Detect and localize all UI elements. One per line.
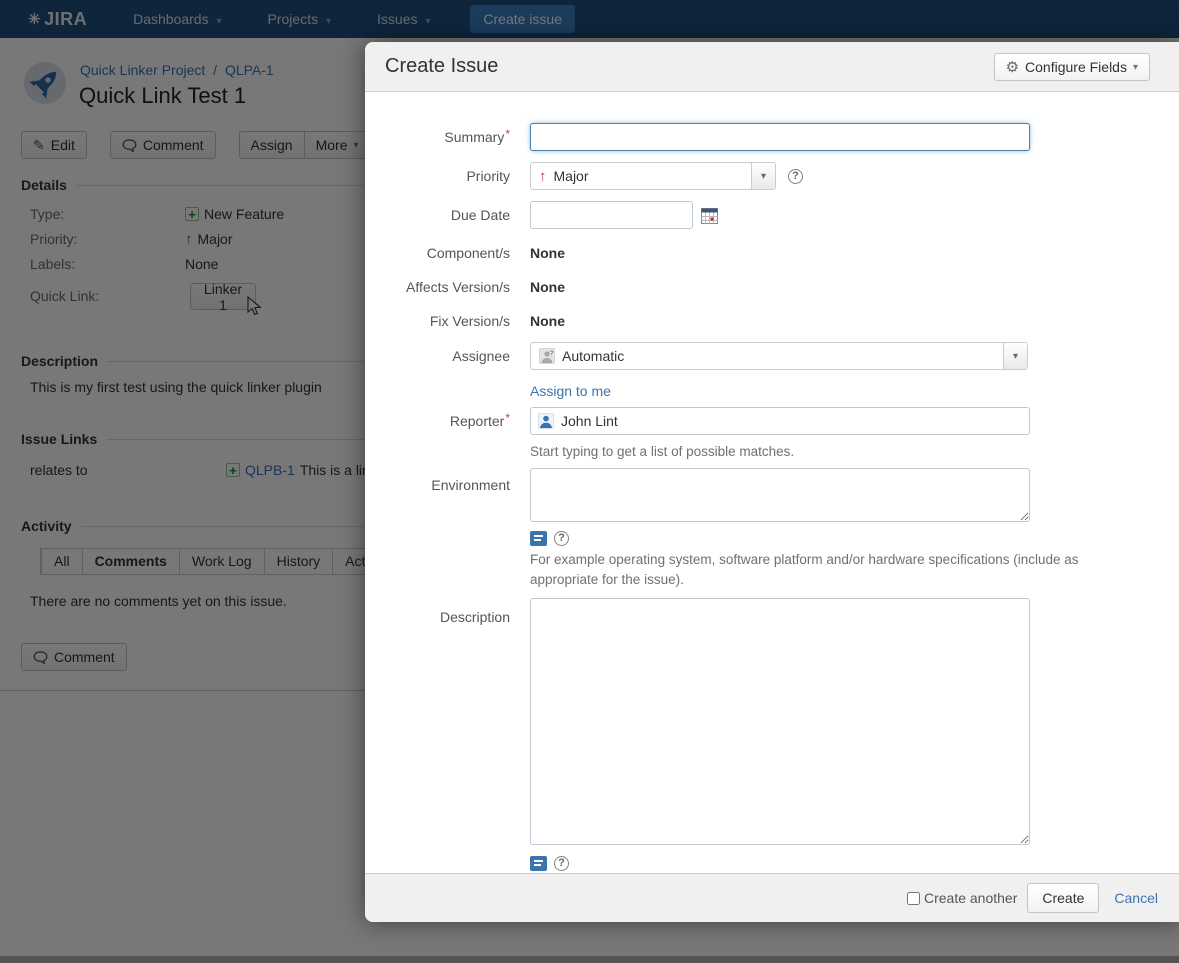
field-row-description: Description [365, 598, 1179, 845]
reporter-field[interactable]: John Lint [530, 407, 1030, 435]
affects-versions-label: Affects Version/s [365, 279, 510, 295]
create-button-label: Create [1042, 890, 1084, 906]
assign-to-me-row: Assign to me [365, 380, 1179, 402]
reporter-help-text: Start typing to get a list of possible m… [530, 442, 1122, 462]
unknown-user-avatar-icon: ? [539, 348, 555, 364]
wiki-markup-icon[interactable] [530, 856, 547, 871]
create-another-option[interactable]: Create another [907, 890, 1017, 906]
priority-select-arrow[interactable]: ▾ [751, 163, 775, 189]
assignee-select-arrow[interactable]: ▾ [1003, 343, 1027, 369]
assign-to-me-link[interactable]: Assign to me [530, 383, 611, 399]
jira-screen: ✳ JIRA Dashboards ▾ Projects ▾ Issues ▾ … [0, 0, 1179, 963]
summary-label: Summary* [365, 129, 510, 145]
required-marker: * [505, 127, 510, 141]
chevron-down-icon: ▾ [1133, 62, 1138, 73]
assignee-select[interactable]: ? Automatic ▾ [530, 342, 1028, 370]
dialog-title: Create Issue [385, 55, 498, 78]
dialog-header: Create Issue ⚙ Configure Fields ▾ [365, 42, 1179, 92]
components-label: Component/s [365, 245, 510, 261]
dialog-footer: Create another Create Cancel [365, 873, 1179, 922]
due-date-label: Due Date [365, 207, 510, 223]
field-row-fix-versions: Fix Version/s None [365, 310, 1179, 332]
description-icons-row: ? [365, 853, 1179, 873]
field-row-assignee: Assignee ? Automatic ▾ [365, 342, 1179, 370]
field-row-affects-versions: Affects Version/s None [365, 276, 1179, 298]
field-row-priority: Priority ↑ Major ▾ ? [365, 161, 1179, 191]
due-date-input[interactable] [530, 201, 693, 229]
user-avatar-icon [538, 413, 554, 429]
fix-versions-label: Fix Version/s [365, 313, 510, 329]
create-issue-dialog: Create Issue ⚙ Configure Fields ▾ Summar… [365, 42, 1179, 922]
field-row-due-date: Due Date [365, 200, 1179, 230]
environment-icons-row: ? [365, 528, 1179, 548]
required-marker: * [505, 411, 510, 425]
priority-field-label: Priority [365, 168, 510, 184]
fix-versions-value: None [530, 313, 565, 329]
priority-selected-value: Major [554, 168, 589, 184]
wiki-markup-icon[interactable] [530, 531, 547, 546]
assignee-label: Assignee [365, 348, 510, 364]
summary-input[interactable] [530, 123, 1030, 151]
assignee-selected-value: Automatic [562, 348, 624, 364]
field-row-summary: Summary* [365, 122, 1179, 152]
reporter-label: Reporter* [365, 413, 510, 429]
svg-text:?: ? [550, 351, 554, 358]
create-button[interactable]: Create [1027, 883, 1099, 913]
description-field-label: Description [365, 598, 510, 625]
reporter-value: John Lint [561, 413, 618, 429]
affects-versions-value: None [530, 279, 565, 295]
create-another-checkbox[interactable] [907, 892, 920, 905]
environment-help-text: For example operating system, software p… [530, 550, 1122, 590]
gear-icon: ⚙ [1006, 58, 1019, 76]
field-row-components: Component/s None [365, 242, 1179, 264]
field-row-environment: Environment [365, 468, 1179, 522]
environment-help-row: For example operating system, software p… [365, 550, 1179, 590]
environment-label: Environment [365, 468, 510, 493]
description-help-icon[interactable]: ? [554, 856, 569, 871]
reporter-help-row: Start typing to get a list of possible m… [365, 442, 1179, 462]
create-another-label: Create another [924, 890, 1017, 906]
calendar-icon[interactable] [701, 207, 718, 224]
description-textarea[interactable] [530, 598, 1030, 845]
dialog-body: Summary* Priority ↑ Major ▾ ? [365, 92, 1179, 873]
environment-help-icon[interactable]: ? [554, 531, 569, 546]
environment-textarea[interactable] [530, 468, 1030, 522]
cancel-link[interactable]: Cancel [1114, 890, 1158, 906]
components-value: None [530, 245, 565, 261]
configure-fields-button[interactable]: ⚙ Configure Fields ▾ [994, 53, 1150, 81]
priority-select[interactable]: ↑ Major ▾ [530, 162, 776, 190]
priority-major-icon: ↑ [539, 168, 547, 185]
field-row-reporter: Reporter* John Lint [365, 406, 1179, 436]
configure-fields-label: Configure Fields [1025, 59, 1127, 75]
priority-help-icon[interactable]: ? [788, 169, 803, 184]
